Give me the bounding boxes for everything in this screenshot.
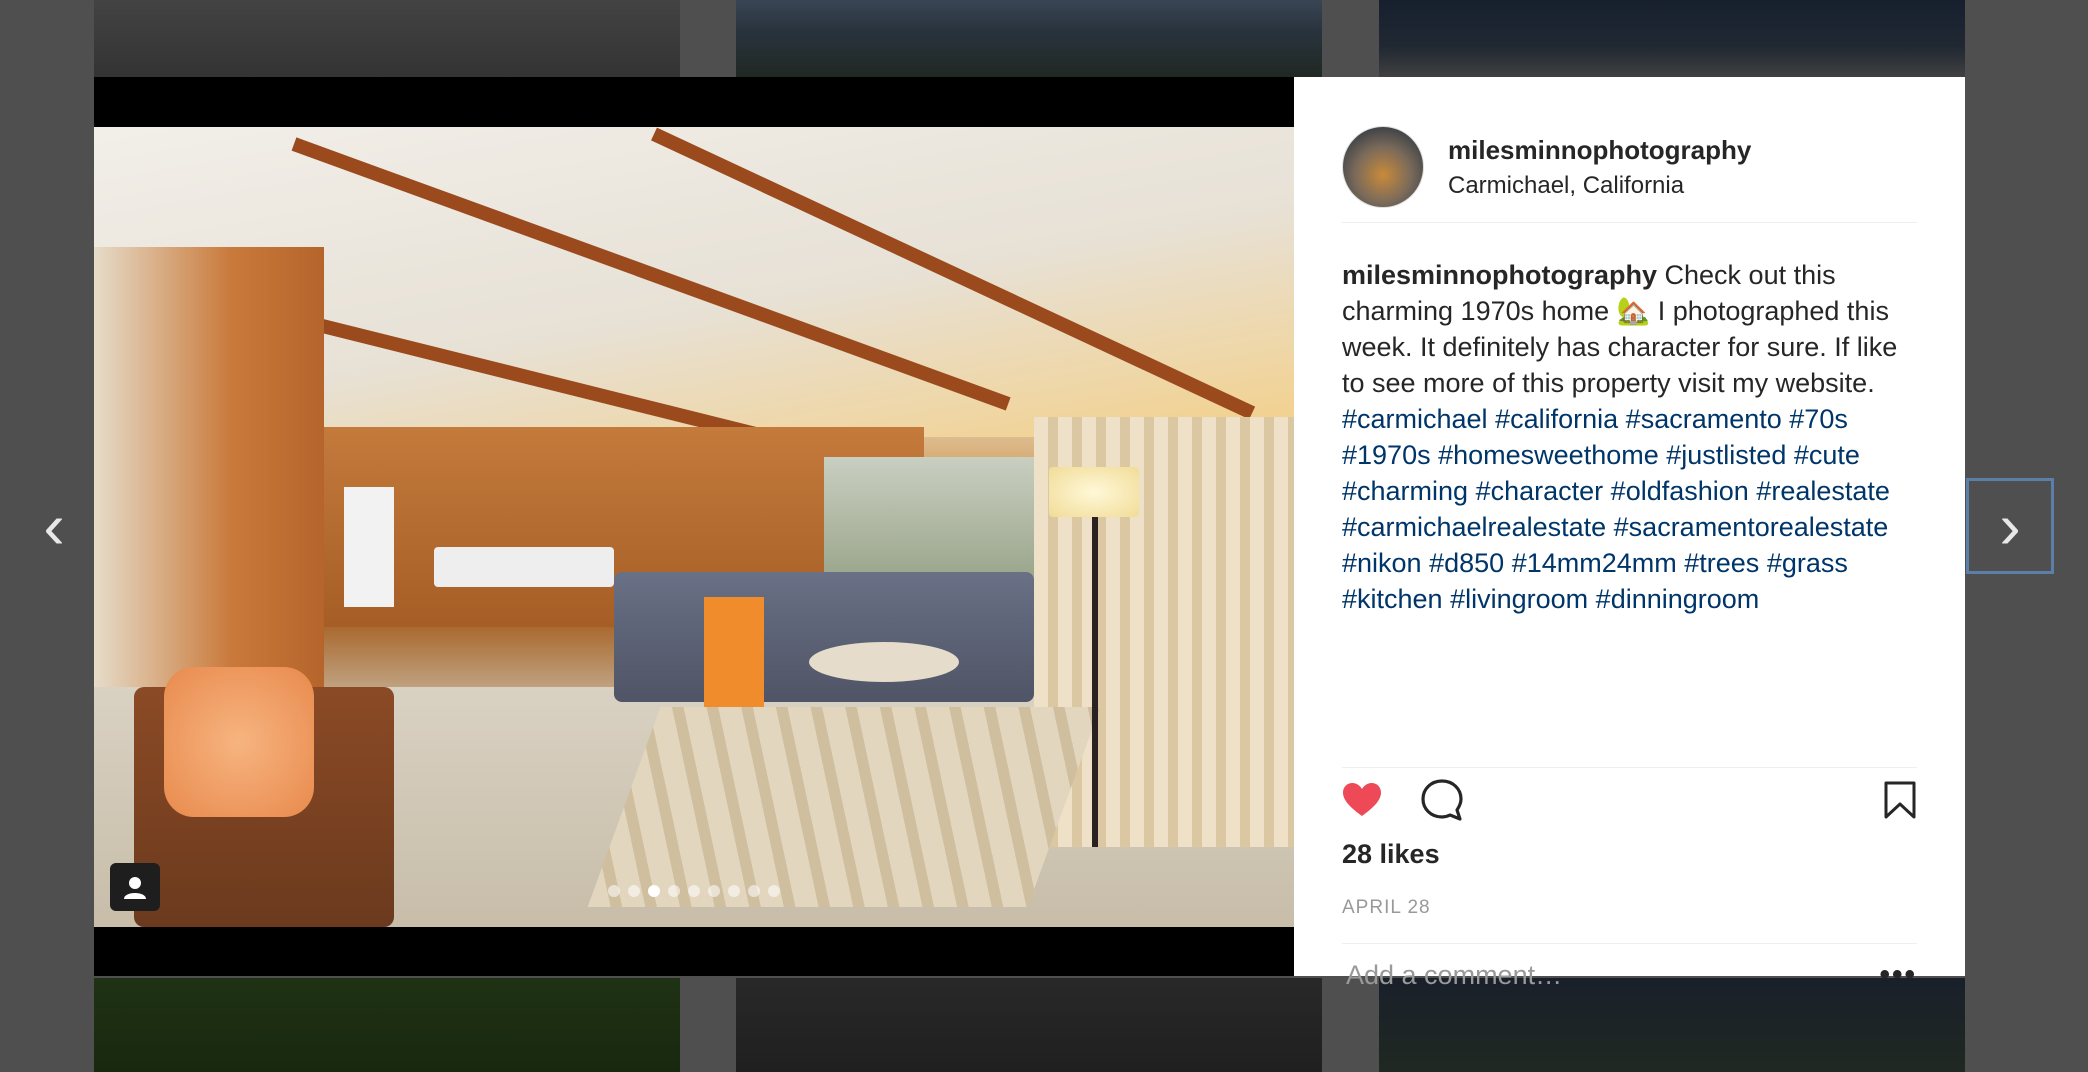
hashtag-link[interactable]: #70s bbox=[1789, 404, 1848, 434]
hashtag-link[interactable]: #livingroom bbox=[1450, 584, 1588, 614]
photo-pillow bbox=[164, 667, 314, 817]
photo-sofa bbox=[614, 572, 1034, 702]
hashtag-link[interactable]: #oldfashion bbox=[1611, 476, 1749, 506]
hashtag-link[interactable]: #homesweethome bbox=[1438, 440, 1659, 470]
hashtag-link[interactable]: #charming bbox=[1342, 476, 1468, 506]
post-date: APRIL 28 bbox=[1342, 897, 1431, 918]
hashtag-link[interactable]: #kitchen bbox=[1342, 584, 1443, 614]
photo-coffee-table bbox=[809, 642, 959, 682]
hashtag-link[interactable]: #carmichaelrealestate bbox=[1342, 512, 1606, 542]
carousel-dot bbox=[728, 885, 740, 897]
photo-dining-table bbox=[434, 547, 614, 587]
caption-hashtags: #carmichael #california #sacramento #70s… bbox=[1342, 404, 1890, 614]
background-thumbnail bbox=[94, 978, 680, 1072]
header-location[interactable]: Carmichael, California bbox=[1448, 172, 1751, 200]
photo-lamp-pole bbox=[1092, 517, 1098, 847]
hashtag-link[interactable]: #d850 bbox=[1429, 548, 1504, 578]
carousel-dot bbox=[668, 885, 680, 897]
hashtag-link[interactable]: #realestate bbox=[1756, 476, 1890, 506]
photo-lamp bbox=[1049, 467, 1139, 517]
divider bbox=[1342, 943, 1917, 944]
carousel-dot bbox=[628, 885, 640, 897]
header-username[interactable]: milesminnophotography bbox=[1448, 135, 1751, 166]
carousel-dot bbox=[768, 885, 780, 897]
avatar[interactable] bbox=[1342, 126, 1424, 208]
post-media bbox=[94, 77, 1294, 976]
post-sidebar: milesminnophotography Carmichael, Califo… bbox=[1294, 77, 1965, 991]
hashtag-link[interactable]: #character bbox=[1476, 476, 1604, 506]
hashtag-link[interactable]: #grass bbox=[1767, 548, 1848, 578]
photo-throw bbox=[704, 597, 764, 707]
carousel-indicator bbox=[94, 885, 1294, 897]
photo-fridge bbox=[344, 487, 394, 607]
likes-count[interactable]: 28 likes bbox=[1342, 839, 1440, 870]
photo-rug bbox=[587, 707, 1101, 907]
comment-icon[interactable] bbox=[1420, 778, 1464, 822]
background-thumbnail bbox=[1379, 0, 1965, 78]
post-photo[interactable] bbox=[94, 127, 1294, 927]
carousel-dot bbox=[708, 885, 720, 897]
hashtag-link[interactable]: #14mm24mm bbox=[1512, 548, 1677, 578]
chevron-left-icon: ‹ bbox=[43, 490, 65, 562]
hashtag-link[interactable]: #sacramentorealestate bbox=[1614, 512, 1889, 542]
chevron-right-icon: › bbox=[1999, 490, 2021, 562]
comment-input[interactable] bbox=[1342, 959, 1880, 991]
comment-form: ••• bbox=[1342, 945, 1917, 1005]
post-header: milesminnophotography Carmichael, Califo… bbox=[1342, 112, 1917, 223]
more-options-button[interactable]: ••• bbox=[1879, 958, 1917, 992]
background-thumbnail bbox=[736, 978, 1322, 1072]
carousel-dot bbox=[688, 885, 700, 897]
hashtag-link[interactable]: #carmichael bbox=[1342, 404, 1488, 434]
caption-username[interactable]: milesminnophotography bbox=[1342, 260, 1657, 290]
hashtag-link[interactable]: #california bbox=[1495, 404, 1618, 434]
background-thumbnail bbox=[94, 0, 680, 78]
hashtag-link[interactable]: #trees bbox=[1684, 548, 1759, 578]
next-post-button[interactable]: › bbox=[1966, 478, 2054, 574]
hashtag-link[interactable]: #cute bbox=[1794, 440, 1860, 470]
heart-icon[interactable] bbox=[1342, 782, 1382, 818]
post-modal: milesminnophotography Carmichael, Califo… bbox=[94, 77, 1965, 991]
divider bbox=[1342, 767, 1917, 768]
hashtag-link[interactable]: #1970s bbox=[1342, 440, 1431, 470]
hashtag-link[interactable]: #dinningroom bbox=[1596, 584, 1760, 614]
carousel-dot bbox=[748, 885, 760, 897]
bookmark-icon[interactable] bbox=[1883, 780, 1917, 820]
carousel-dot bbox=[648, 885, 660, 897]
hashtag-link[interactable]: #sacramento bbox=[1626, 404, 1782, 434]
previous-post-button[interactable]: ‹ bbox=[24, 478, 84, 574]
post-caption: milesminnophotography Check out this cha… bbox=[1342, 257, 1922, 617]
hashtag-link[interactable]: #justlisted bbox=[1666, 440, 1786, 470]
action-bar bbox=[1342, 775, 1917, 825]
hashtag-link[interactable]: #nikon bbox=[1342, 548, 1422, 578]
background-thumbnail bbox=[736, 0, 1322, 78]
carousel-dot bbox=[608, 885, 620, 897]
